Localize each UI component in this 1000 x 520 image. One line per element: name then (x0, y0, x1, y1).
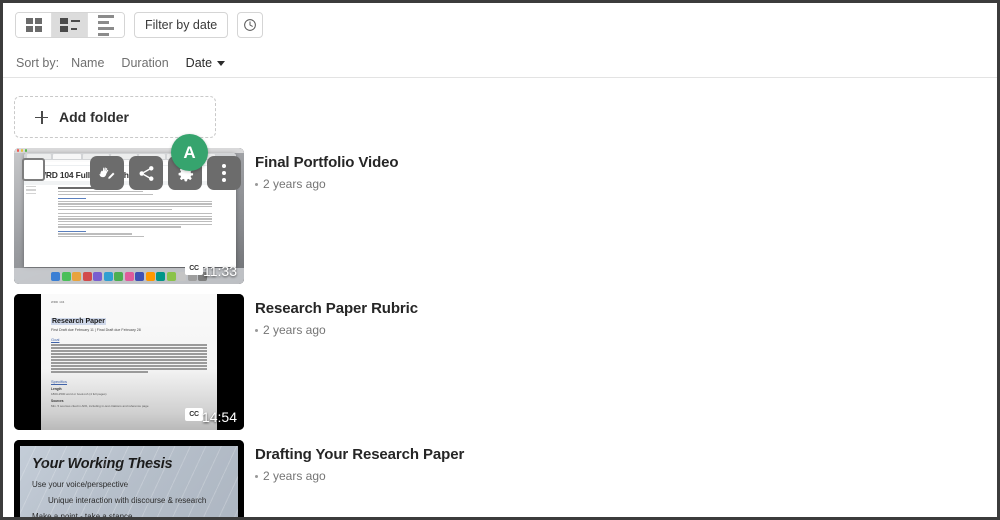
playback-progress-bar[interactable] (24, 255, 172, 262)
annotate-button[interactable] (90, 156, 124, 190)
bullet-dot-icon (255, 182, 258, 186)
bullet-dot-icon (255, 474, 258, 478)
sort-bar: Sort by: Name Duration Date (3, 49, 997, 77)
video-age: 2 years ago (263, 323, 326, 337)
video-meta: Drafting Your Research Paper 2 years ago (255, 446, 464, 483)
doc-label-sources: Sources (51, 398, 64, 403)
filter-by-date-button[interactable]: Filter by date (134, 12, 229, 38)
video-title[interactable]: Drafting Your Research Paper (255, 446, 464, 463)
list-view-icon (59, 18, 80, 32)
doc-label-length: Length (51, 386, 62, 391)
video-duration: 11:33 (203, 263, 237, 279)
caret-down-icon[interactable] (217, 60, 226, 66)
doc-course: WRD 104 (51, 300, 65, 304)
toolbar-divider (3, 77, 997, 78)
video-subtitle: 2 years ago (255, 469, 464, 483)
clock-icon (244, 19, 257, 31)
bullet-dot-icon (255, 328, 258, 332)
doc-value-length: 1800-2500 word or book-ish (4 full pages… (51, 391, 107, 396)
closed-caption-badge: CC (185, 262, 203, 275)
video-list-item[interactable]: Your Working Thesis Use your voice/persp… (3, 440, 997, 517)
grid-view-icon (25, 18, 42, 32)
video-meta: Research Paper Rubric 2 years ago (255, 300, 418, 337)
video-age: 2 years ago (263, 177, 326, 191)
video-subtitle: 2 years ago (255, 177, 398, 191)
plus-icon (35, 110, 48, 124)
share-button[interactable] (129, 156, 163, 190)
video-list: WRD 104 Full Research Project (3, 148, 997, 517)
video-list-item[interactable]: WRD 104 Full Research Project (3, 148, 997, 294)
slide-bullet-1: Use your voice/perspective (32, 480, 129, 489)
video-duration: 14:54 (201, 409, 237, 425)
thumb-slide: Your Working Thesis Use your voice/persp… (20, 446, 238, 517)
view-btn-compact[interactable] (88, 13, 124, 37)
sort-option-date[interactable]: Date (186, 56, 212, 70)
sort-option-name[interactable]: Name (71, 56, 104, 70)
video-title[interactable]: Final Portfolio Video (255, 154, 399, 171)
doc-value-sources: Min. 5 sources cited in APA, including i… (51, 403, 149, 408)
doc-body (51, 344, 207, 373)
video-list-item[interactable]: WRD 104 Research Paper First Draft due F… (3, 294, 997, 440)
view-btn-grid[interactable] (16, 13, 52, 37)
video-age: 2 years ago (263, 469, 326, 483)
slide-bullet-3: Make a point - take a stance (32, 512, 133, 517)
doc-section-specifics: Specifics (51, 378, 68, 384)
video-subtitle: 2 years ago (255, 323, 418, 337)
view-mode-group (15, 12, 125, 38)
video-thumbnail[interactable]: Your Working Thesis Use your voice/persp… (14, 440, 244, 517)
top-toolbar: Filter by date (3, 3, 997, 47)
video-thumbnail[interactable]: WRD 104 Research Paper First Draft due F… (14, 294, 244, 430)
doc-section-goal: Goal (51, 337, 60, 342)
video-library-page: Filter by date Sort by: Name Duration Da… (3, 3, 997, 517)
closed-caption-badge: CC (185, 408, 203, 421)
more-options-button[interactable] (207, 156, 241, 190)
compact-view-icon (98, 14, 114, 36)
share-nodes-icon (139, 165, 153, 181)
thumbnail-hover-actions (90, 156, 241, 190)
add-folder-label: Add folder (59, 109, 129, 125)
slide-bullet-2: Unique interaction with discourse & rese… (48, 496, 207, 505)
annotate-hand-pencil-icon (99, 167, 116, 180)
add-folder-button[interactable]: Add folder (14, 96, 216, 138)
sort-option-duration[interactable]: Duration (121, 56, 168, 70)
cursor-annotation-badge: A (171, 134, 208, 171)
video-meta: Final Portfolio Video 2 years ago (255, 154, 399, 191)
view-btn-list[interactable] (52, 13, 88, 37)
history-button[interactable] (237, 12, 264, 38)
doc-title: Research Paper (51, 318, 106, 325)
kebab-menu-icon (222, 164, 226, 182)
video-title[interactable]: Research Paper Rubric (255, 300, 418, 317)
sort-by-label: Sort by: (16, 56, 60, 70)
select-checkbox[interactable] (22, 158, 45, 181)
doc-due-dates: First Draft due February 11 | Final Draf… (51, 328, 141, 332)
slide-heading: Your Working Thesis (32, 456, 173, 472)
